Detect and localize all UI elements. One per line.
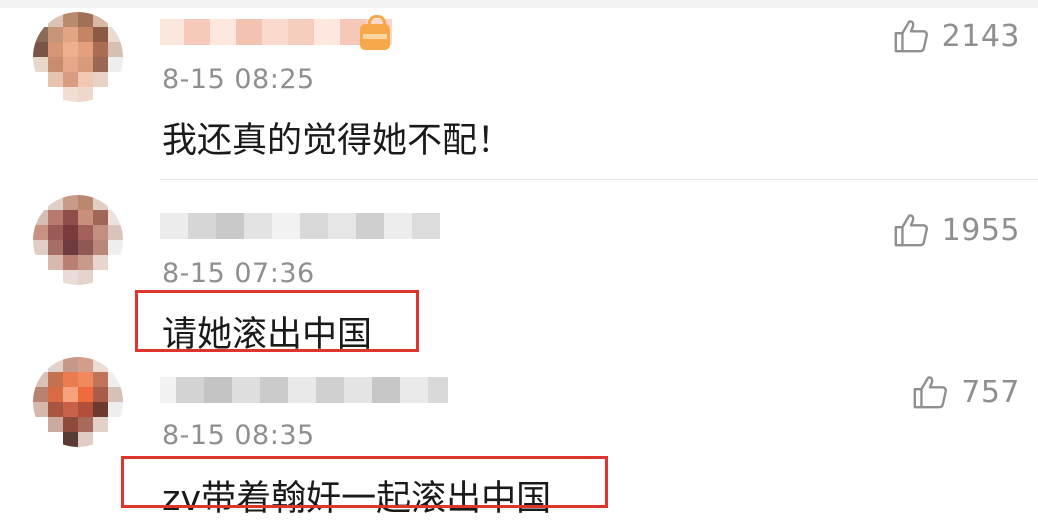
thumbs-up-icon bbox=[913, 376, 948, 409]
comment-item: 8-15 08:35 zv带着翰奸一起滚出中国 757 bbox=[0, 350, 1038, 523]
avatar[interactable] bbox=[33, 195, 123, 285]
like-count: 2143 bbox=[941, 18, 1020, 54]
comment-timestamp: 8-15 07:36 bbox=[162, 258, 315, 289]
like-button[interactable]: 1955 bbox=[892, 210, 1020, 250]
username-blurred[interactable] bbox=[160, 14, 392, 50]
thumbs-up-icon bbox=[894, 20, 928, 53]
like-count: 757 bbox=[961, 374, 1020, 410]
comment-item: 8-15 07:36 请她滚出中国 1955 bbox=[0, 180, 1038, 355]
comment-list-screen: 8-15 08:25 我还真的觉得她不配！ 2143 8-15 07:36 请她… bbox=[0, 0, 1038, 523]
comment-text: 我还真的觉得她不配！ bbox=[162, 121, 513, 161]
comment-item: 8-15 08:25 我还真的觉得她不配！ 2143 bbox=[0, 0, 1038, 180]
username-blurred[interactable] bbox=[160, 208, 440, 244]
vip-badge-icon bbox=[360, 15, 390, 50]
highlight-box bbox=[135, 290, 419, 352]
thumbs-up-icon bbox=[894, 214, 928, 247]
highlight-box bbox=[121, 456, 608, 508]
comment-timestamp: 8-15 08:35 bbox=[162, 420, 315, 451]
avatar[interactable] bbox=[33, 357, 123, 447]
like-button[interactable]: 2143 bbox=[892, 16, 1020, 56]
like-button[interactable]: 757 bbox=[911, 372, 1020, 412]
avatar[interactable] bbox=[33, 12, 123, 102]
username-blurred[interactable] bbox=[160, 372, 448, 408]
comment-timestamp: 8-15 08:25 bbox=[162, 64, 315, 95]
like-count: 1955 bbox=[941, 212, 1020, 248]
